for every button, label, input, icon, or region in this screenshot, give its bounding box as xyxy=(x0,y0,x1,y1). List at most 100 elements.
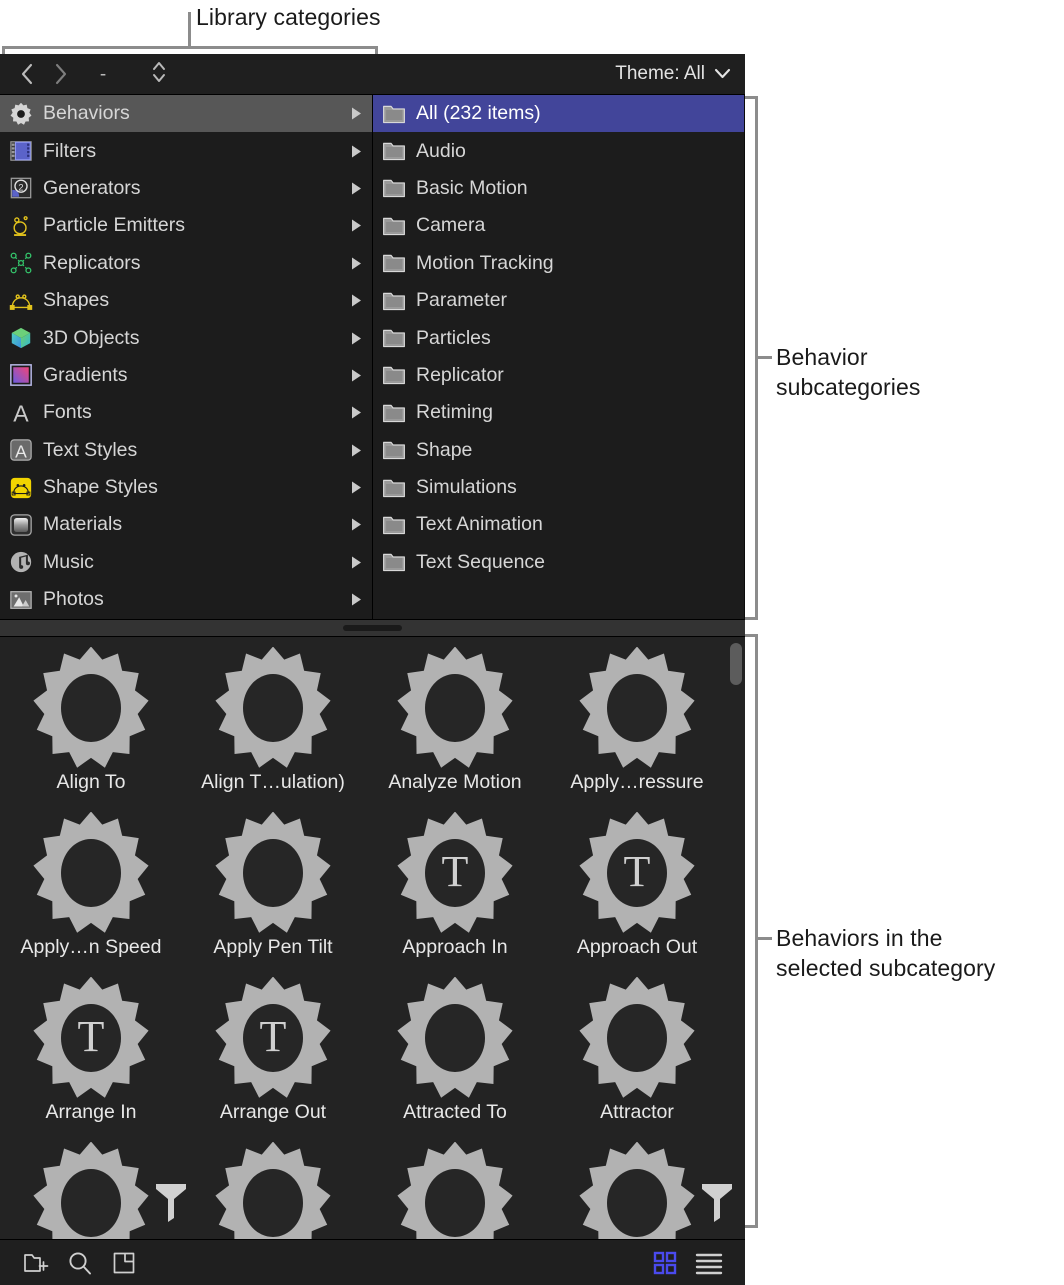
bracket-library-categories-stem xyxy=(188,12,191,47)
subcategory-row-text-sequence[interactable]: Text Sequence xyxy=(373,544,744,581)
gear-text-icon: T xyxy=(212,977,334,1099)
preview-panel-button[interactable] xyxy=(102,1243,146,1283)
letter-t-glyph: T xyxy=(441,847,469,896)
category-label: Shapes xyxy=(43,289,110,312)
theme-dropdown-label: Theme: All xyxy=(615,63,705,84)
gear-text-icon: T xyxy=(30,977,152,1099)
category-row-shapes[interactable]: Shapes xyxy=(0,282,372,319)
category-row-photos[interactable]: Photos xyxy=(0,581,372,618)
subcategory-label: Parameter xyxy=(416,289,508,312)
library-categories-column[interactable]: Behaviors Filters 2 Generators Particle Emit… xyxy=(0,95,373,619)
subcategory-row-motion-tracking[interactable]: Motion Tracking xyxy=(373,245,744,282)
chevron-right-icon xyxy=(350,144,363,159)
folder-icon xyxy=(381,475,407,501)
film-strip-icon xyxy=(8,138,34,164)
subcategory-row-basic-motion[interactable]: Basic Motion xyxy=(373,170,744,207)
category-row-3d-objects[interactable]: 3D Objects xyxy=(0,319,372,356)
folder-icon xyxy=(381,549,407,575)
folder-icon xyxy=(381,175,407,201)
gear-text-icon: T xyxy=(394,812,516,934)
bracket-behavior-subcategories-top-tick xyxy=(745,96,758,99)
bracket-behavior-subcategories-stem xyxy=(758,356,772,359)
search-button[interactable] xyxy=(58,1243,102,1283)
category-row-replicators[interactable]: Replicators xyxy=(0,245,372,282)
behavior-item-item-13[interactable] xyxy=(182,1142,364,1239)
list-view-button[interactable] xyxy=(687,1243,731,1283)
behavior-item-item-14[interactable] xyxy=(364,1142,546,1239)
category-row-fonts[interactable]: A Fonts xyxy=(0,394,372,431)
behavior-item-approach-out[interactable]: T Approach Out xyxy=(546,812,728,977)
chevron-right-icon xyxy=(350,256,363,271)
category-row-shape-styles[interactable]: Shape Styles xyxy=(0,469,372,506)
category-label: Particle Emitters xyxy=(43,214,185,237)
subcategory-label: Shape xyxy=(416,438,473,461)
subcategory-row-simulations[interactable]: Simulations xyxy=(373,469,744,506)
behavior-subcategories-column[interactable]: All (232 items) Audio Basic Motion Camera Mo… xyxy=(373,95,745,619)
grid-view-button[interactable] xyxy=(643,1243,687,1283)
behaviors-grid[interactable]: Align To Align T…ulation) Analyze Motion Ap… xyxy=(0,637,732,1239)
subcategory-row-shape[interactable]: Shape xyxy=(373,432,744,469)
back-button[interactable] xyxy=(10,59,44,89)
category-label: Behaviors xyxy=(43,102,130,125)
chevron-down-icon xyxy=(714,63,731,85)
behavior-item-item-15[interactable] xyxy=(546,1142,732,1239)
folder-icon xyxy=(381,400,407,426)
subcategory-row-replicator[interactable]: Replicator xyxy=(373,357,744,394)
subcategory-row-all-232-items[interactable]: All (232 items) xyxy=(373,95,744,133)
replicator-icon xyxy=(8,250,34,276)
category-label: Generators xyxy=(43,176,141,199)
grid-scrollbar-thumb[interactable] xyxy=(730,643,742,685)
subcategory-row-audio[interactable]: Audio xyxy=(373,132,744,169)
category-row-text-styles[interactable]: A Text Styles xyxy=(0,432,372,469)
chevron-right-icon xyxy=(350,293,363,308)
behavior-item-attracted-to[interactable]: Attracted To xyxy=(364,977,546,1142)
path-label: - xyxy=(99,63,107,85)
behavior-item-item-12[interactable] xyxy=(0,1142,186,1239)
folder-icon xyxy=(381,288,407,314)
category-row-filters[interactable]: Filters xyxy=(0,132,372,169)
category-row-materials[interactable]: Materials xyxy=(0,506,372,543)
behavior-item-approach-in[interactable]: T Approach In xyxy=(364,812,546,977)
category-row-particle-emitters[interactable]: Particle Emitters xyxy=(0,207,372,244)
behavior-label: Analyze Motion xyxy=(388,771,522,793)
gear-icon xyxy=(394,647,516,769)
behavior-item-attractor[interactable]: Attractor xyxy=(546,977,728,1142)
subcategory-row-parameter[interactable]: Parameter xyxy=(373,282,744,319)
svg-text:A: A xyxy=(15,442,27,462)
behavior-label: Arrange Out xyxy=(219,1101,327,1123)
gear-icon xyxy=(394,977,516,1099)
subcategory-row-particles[interactable]: Particles xyxy=(373,319,744,356)
behavior-item-apply-pen-tilt[interactable]: Apply Pen Tilt xyxy=(182,812,364,977)
grid-view-icon xyxy=(652,1250,678,1276)
category-label: Replicators xyxy=(43,251,141,274)
behavior-item-apply-ressure[interactable]: Apply…ressure xyxy=(546,647,728,812)
panel-splitter[interactable] xyxy=(0,620,745,637)
forward-button[interactable] xyxy=(44,59,78,89)
behavior-item-align-t-ulation[interactable]: Align T…ulation) xyxy=(182,647,364,812)
subcategory-row-text-animation[interactable]: Text Animation xyxy=(373,506,744,543)
behavior-item-analyze-motion[interactable]: Analyze Motion xyxy=(364,647,546,812)
path-stepper[interactable] xyxy=(142,59,176,89)
category-row-gradients[interactable]: Gradients xyxy=(0,357,372,394)
chevron-right-icon xyxy=(350,106,363,121)
gear-icon xyxy=(394,1142,516,1239)
category-row-music[interactable]: Music xyxy=(0,544,372,581)
category-row-behaviors[interactable]: Behaviors xyxy=(0,95,372,133)
gear-filter-icon xyxy=(576,1142,732,1239)
subcategory-label: Simulations xyxy=(416,476,517,499)
category-row-generators[interactable]: 2 Generators xyxy=(0,170,372,207)
splitter-grip[interactable] xyxy=(343,625,402,631)
grid-scrollbar[interactable] xyxy=(730,641,742,1235)
behavior-item-align-to[interactable]: Align To xyxy=(0,647,182,812)
new-folder-button[interactable] xyxy=(14,1243,58,1283)
behavior-item-arrange-in[interactable]: T Arrange In xyxy=(0,977,182,1142)
behavior-item-arrange-out[interactable]: T Arrange Out xyxy=(182,977,364,1142)
folder-icon xyxy=(381,101,407,127)
annotation-behaviors-in-selected-subcategory: Behaviors in the selected subcategory xyxy=(776,925,996,981)
theme-dropdown[interactable]: Theme: All xyxy=(615,63,731,85)
subcategory-row-retiming[interactable]: Retiming xyxy=(373,394,744,431)
subcategory-row-camera[interactable]: Camera xyxy=(373,207,744,244)
behavior-item-apply-n-speed[interactable]: Apply…n Speed xyxy=(0,812,182,977)
behavior-label: Align To xyxy=(56,771,126,793)
category-label: Materials xyxy=(43,513,123,536)
